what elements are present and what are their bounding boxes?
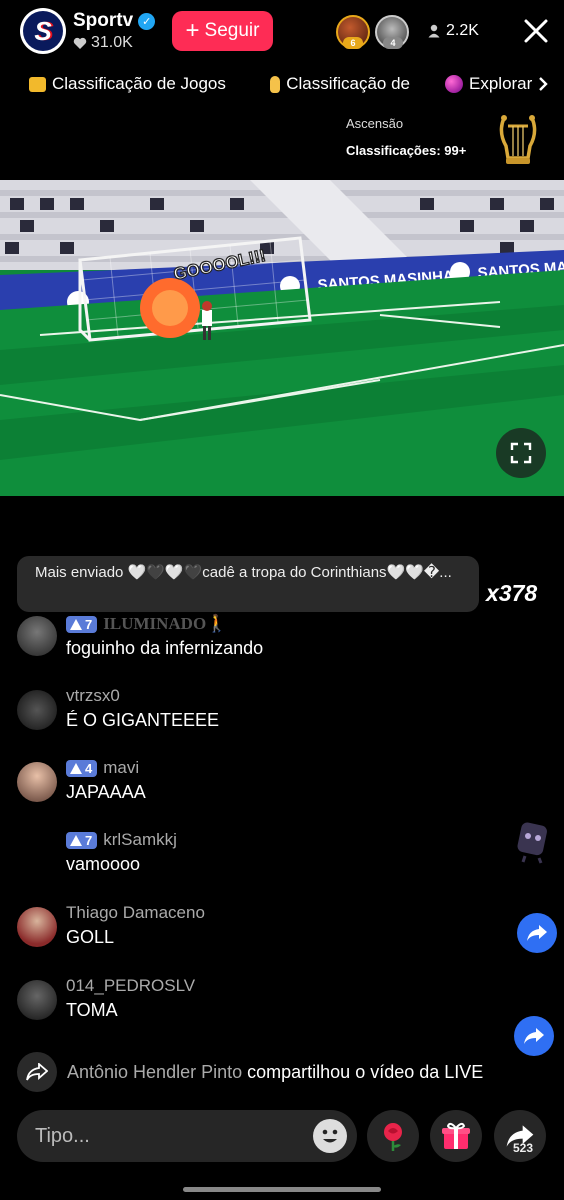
share-notice-badge (17, 1052, 57, 1092)
share-arrow-icon (524, 1028, 544, 1044)
channel-likes: 31.0K (73, 34, 133, 52)
chat-text: foguinho da infernizando (66, 638, 264, 658)
follow-button[interactable]: + Seguir (172, 11, 273, 51)
level-number: 4 (85, 760, 93, 776)
rose-gift-button[interactable] (367, 1110, 419, 1162)
crown-icon (29, 76, 46, 92)
gift-multiplier: x378 (486, 580, 538, 606)
share-notice-text: Antônio Hendler Pinto compartilhou o víd… (67, 1062, 483, 1083)
video-frame: SANTOS MASINHA SANTOS MASINHA GOOOOL!!! (0, 180, 564, 496)
gift-icon (442, 1122, 470, 1149)
chat-text: GOLL (66, 927, 115, 947)
avatar[interactable] (17, 616, 57, 656)
chat-message[interactable]: vtrzsx0 É O GIGANTEEEE (0, 686, 520, 746)
chat-username-row: 4 mavi (66, 758, 139, 778)
tab-explore[interactable]: Explorar (445, 74, 549, 94)
chat-username: vtrzsx0 (66, 686, 120, 705)
tab-game-ranking[interactable]: Classificação de Jogos (29, 74, 226, 94)
live-tabs: Classificação de Jogos Classificação de … (0, 70, 564, 100)
fullscreen-icon (510, 442, 532, 464)
chat-username: 014_PEDROSLV (66, 976, 196, 995)
share-notice-action: compartilhou o vídeo da LIVE (247, 1061, 484, 1082)
live-header: S Sportv ✓ 31.0K + Seguir 6 4 2.2K (0, 0, 564, 64)
share-arrow-icon (527, 925, 547, 941)
viewer-rank-badge: 6 (343, 37, 363, 49)
viewer-count[interactable]: 2.2K (428, 22, 479, 40)
viewer-count-label: 2.2K (446, 22, 479, 39)
level-triangle-icon (70, 618, 82, 630)
level-number: 7 (85, 616, 93, 632)
avatar[interactable] (17, 980, 57, 1020)
chat-message[interactable]: 7 krlSamkkj vamoooo (0, 830, 520, 890)
follow-label: Seguir (204, 20, 260, 41)
chevron-right-icon (539, 77, 549, 91)
share-count: 523 (513, 1141, 534, 1155)
share-arrow-icon (26, 1063, 48, 1081)
chat-text: vamoooo (66, 854, 141, 874)
tab-label: Explorar (469, 74, 533, 93)
chat-text: JAPAAAA (66, 782, 146, 802)
comment-bar[interactable] (17, 1110, 357, 1162)
avatar[interactable] (17, 762, 57, 802)
chat-username: ILUMINADO🚶 (103, 614, 228, 633)
level-number: 7 (85, 832, 93, 848)
smiley-icon (322, 1129, 338, 1143)
chat-username: mavi (103, 758, 140, 777)
chat-username-row: 7 ILUMINADO🚶 (66, 614, 227, 634)
share-notice: Antônio Hendler Pinto compartilhou o víd… (17, 1052, 483, 1092)
ascension-title: Ascensão (346, 116, 404, 131)
channel-avatar[interactable]: S (20, 8, 66, 54)
chat-text: É O GIGANTEEEE (66, 710, 220, 730)
chat-username: krlSamkkj (103, 830, 177, 849)
level-badge: 7 (66, 615, 98, 633)
avatar[interactable] (17, 907, 57, 947)
verified-icon: ✓ (138, 12, 156, 30)
orb-icon (445, 75, 463, 93)
level-triangle-icon (70, 834, 82, 846)
chat-username: Thiago Damaceno (66, 903, 205, 922)
emoji-button[interactable] (313, 1119, 347, 1153)
share-shortcut-button[interactable] (514, 1016, 554, 1056)
level-badge: 4 (66, 759, 98, 777)
tab-ranking[interactable]: Classificação de (270, 74, 410, 94)
rose-icon (384, 1123, 402, 1151)
ascension-rank[interactable]: Classificações: 99+ (346, 143, 466, 158)
gift-button[interactable] (430, 1110, 482, 1162)
plus-icon: + (185, 17, 200, 44)
channel-name-row[interactable]: Sportv ✓ (73, 10, 156, 32)
channel-name: Sportv (73, 10, 134, 31)
lyre-icon[interactable] (496, 112, 540, 168)
viewer-rank-badge: 4 (383, 37, 403, 49)
heart-icon (73, 37, 87, 49)
share-shortcut-button[interactable] (517, 913, 557, 953)
hand-icon (270, 75, 281, 93)
chat-message[interactable]: 4 mavi JAPAAAA (0, 758, 520, 818)
chat-message[interactable]: 014_PEDROSLV TOMA (0, 976, 520, 1036)
chat-message[interactable]: Thiago Damaceno GOLL (0, 903, 520, 963)
level-badge: 7 (66, 831, 98, 849)
avatar[interactable] (17, 690, 57, 730)
person-icon (428, 24, 440, 38)
tab-label: Classificação de Jogos (52, 74, 226, 93)
tab-label: Classificação de (286, 74, 410, 93)
chat-username-row: 7 krlSamkkj (66, 830, 177, 850)
sportv-logo: S (23, 11, 63, 51)
chat-message[interactable]: 7 ILUMINADO🚶 foguinho da infernizando (0, 614, 520, 676)
fullscreen-button[interactable] (496, 428, 546, 478)
chat-text: TOMA (66, 1000, 118, 1020)
comment-input[interactable] (35, 1122, 305, 1150)
level-triangle-icon (70, 762, 82, 774)
likes-count: 31.0K (91, 34, 133, 51)
pinned-message[interactable]: Mais enviado 🤍🖤🤍🖤cadê a tropa do Corinth… (17, 556, 479, 612)
mascot-sticker-icon[interactable] (513, 818, 553, 864)
close-icon[interactable] (521, 16, 551, 46)
live-video[interactable]: SANTOS MASINHA SANTOS MASINHA GOOOOL!!! (0, 180, 564, 496)
home-indicator[interactable] (183, 1187, 381, 1192)
share-notice-user[interactable]: Antônio Hendler Pinto (67, 1062, 242, 1082)
